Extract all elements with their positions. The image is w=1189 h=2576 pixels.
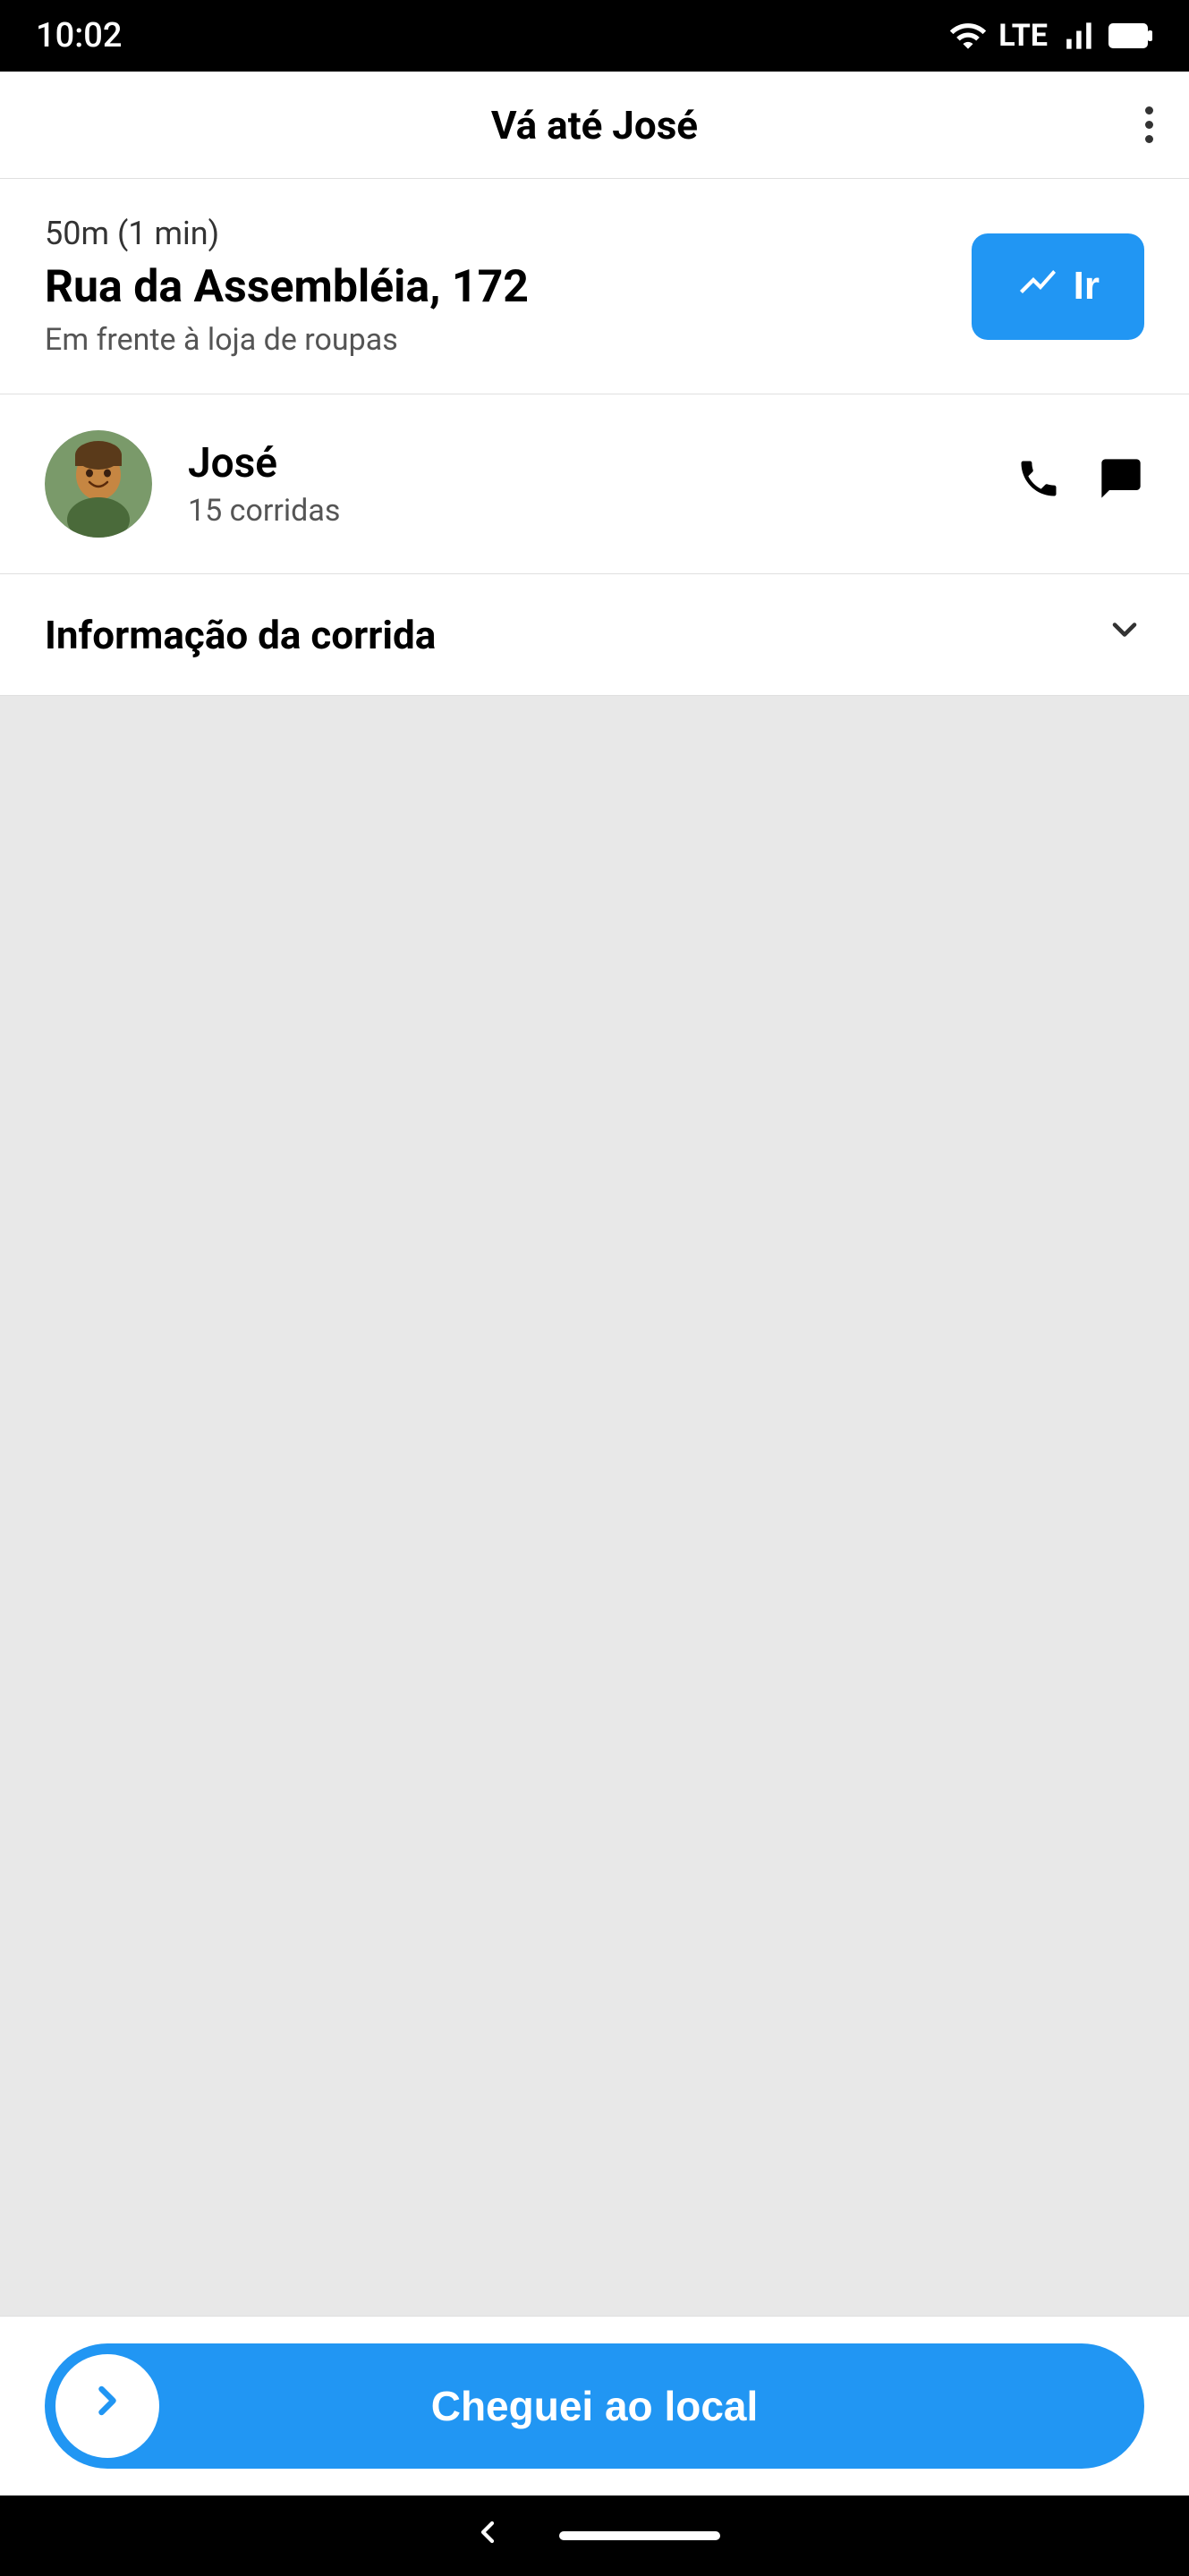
address-street: Rua da Assembléia, 172 (45, 261, 945, 313)
lte-label: LTE (998, 18, 1048, 54)
wifi-icon (948, 16, 988, 55)
back-button[interactable] (470, 2514, 505, 2558)
address-distance: 50m (1 min) (45, 215, 945, 252)
arrived-button-label: Cheguei ao local (45, 2382, 1144, 2430)
navigation-icon (1016, 260, 1059, 313)
status-bar: 10:02 LTE (0, 0, 1189, 72)
rider-avatar (45, 430, 152, 538)
arrived-button[interactable]: Cheguei ao local (45, 2343, 1144, 2469)
rider-rides: 15 corridas (188, 493, 1015, 529)
ride-info-section[interactable]: Informação da corrida (0, 574, 1189, 696)
chat-button[interactable] (1098, 455, 1144, 513)
go-button[interactable]: Ir (972, 233, 1144, 340)
home-indicator (559, 2531, 720, 2540)
go-button-label: Ir (1074, 264, 1100, 309)
rider-section: José 15 corridas (0, 394, 1189, 574)
app-bar: Vá até José (0, 72, 1189, 179)
chevron-down-icon (1105, 610, 1144, 659)
address-info: 50m (1 min) Rua da Assembléia, 172 Em fr… (45, 215, 945, 358)
map-area (0, 696, 1189, 2316)
status-time: 10:02 (36, 16, 122, 55)
bottom-cta: Cheguei ao local (0, 2316, 1189, 2496)
call-button[interactable] (1015, 455, 1062, 513)
app-bar-title: Vá até José (491, 102, 698, 148)
nav-bar (0, 2496, 1189, 2576)
status-icons: LTE (948, 16, 1153, 55)
chevron-right-icon (84, 2377, 131, 2436)
rider-info: José 15 corridas (188, 439, 1015, 529)
address-hint: Em frente à loja de roupas (45, 322, 945, 358)
rider-actions (1015, 455, 1144, 513)
ride-info-label: Informação da corrida (45, 612, 436, 658)
cta-arrow-circle (55, 2354, 159, 2458)
address-section: 50m (1 min) Rua da Assembléia, 172 Em fr… (0, 179, 1189, 394)
rider-name: José (188, 439, 1015, 487)
signal-icon (1058, 16, 1098, 55)
battery-icon (1108, 21, 1153, 51)
more-menu-button[interactable] (1145, 106, 1153, 143)
